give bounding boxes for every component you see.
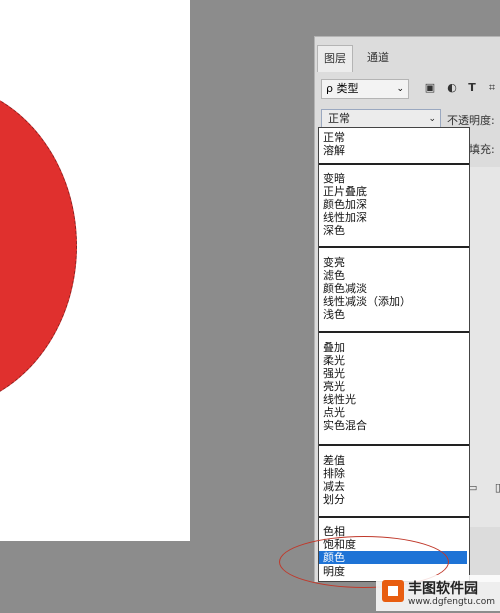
red-circle-selection	[0, 82, 77, 410]
menu-separator	[319, 331, 469, 333]
blend-option-subtract[interactable]: 减去	[323, 480, 345, 493]
blend-mode-value: 正常	[328, 112, 350, 125]
blend-option-hard-light[interactable]: 强光	[323, 367, 345, 380]
filter-type-select[interactable]: ρ 类型 ⌄	[321, 79, 409, 99]
watermark: 丰图软件园 www.dgfengtu.com	[376, 575, 500, 611]
menu-separator	[319, 444, 469, 446]
tab-channels[interactable]: 通道	[361, 45, 395, 71]
filter-type-label: ρ 类型	[326, 82, 359, 95]
blend-option-exclusion[interactable]: 排除	[323, 467, 345, 480]
blend-mode-select[interactable]: 正常 ⌄	[321, 109, 441, 129]
blend-option-color-burn[interactable]: 颜色加深	[323, 198, 367, 211]
blend-option-darker-color[interactable]: 深色	[323, 224, 345, 237]
blend-option-lighten[interactable]: 变亮	[323, 256, 345, 269]
watermark-url: www.dgfengtu.com	[408, 597, 495, 607]
panel-tabs: 图层 通道	[315, 45, 500, 72]
blend-option-dissolve[interactable]: 溶解	[323, 144, 345, 157]
blend-option-color-dodge[interactable]: 颜色减淡	[323, 282, 367, 295]
chevron-down-icon: ⌄	[428, 114, 436, 124]
fill-label: 填充:	[469, 143, 495, 156]
blend-option-difference[interactable]: 差值	[323, 454, 345, 467]
blend-option-linear-burn[interactable]: 线性加深	[323, 211, 367, 224]
layers-list-area	[465, 167, 500, 527]
panel-bottom-icons: ▭ ▯	[467, 481, 500, 494]
blend-option-pin-light[interactable]: 点光	[323, 406, 345, 419]
blend-mode-dropdown: 正常 溶解 变暗 正片叠底 颜色加深 线性加深 深色 变亮 滤色 颜色减淡 线性…	[318, 127, 470, 582]
shape-filter-icon[interactable]: ⌗	[485, 81, 499, 95]
blend-option-hard-mix[interactable]: 实色混合	[323, 419, 367, 432]
menu-separator	[319, 516, 469, 518]
adjustment-filter-icon[interactable]: ◐	[445, 81, 459, 95]
blend-option-linear-dodge[interactable]: 线性减淡（添加）	[323, 295, 411, 308]
tab-layers[interactable]: 图层	[317, 45, 353, 72]
blend-option-vivid-light[interactable]: 亮光	[323, 380, 345, 393]
menu-separator	[319, 163, 469, 165]
blend-option-darken[interactable]: 变暗	[323, 172, 345, 185]
blend-row: 正常 ⌄ 不透明度:	[315, 107, 500, 129]
document-canvas[interactable]	[0, 0, 190, 541]
menu-separator	[319, 246, 469, 248]
layer-filter-toolbar: ρ 类型 ⌄ ▣ ◐ T ⌗	[315, 77, 500, 101]
blend-option-screen[interactable]: 滤色	[323, 269, 345, 282]
image-filter-icon[interactable]: ▣	[423, 81, 437, 95]
blend-option-multiply[interactable]: 正片叠底	[323, 185, 367, 198]
blend-option-overlay[interactable]: 叠加	[323, 341, 345, 354]
blend-option-normal[interactable]: 正常	[323, 131, 345, 144]
opacity-label: 不透明度:	[447, 114, 495, 127]
chevron-down-icon: ⌄	[396, 84, 404, 94]
watermark-title: 丰图软件园	[408, 581, 478, 597]
blend-option-lighter-color[interactable]: 浅色	[323, 308, 345, 321]
blend-option-soft-light[interactable]: 柔光	[323, 354, 345, 367]
new-layer-icon[interactable]: ▯	[495, 481, 500, 494]
text-filter-icon[interactable]: T	[465, 81, 479, 95]
blend-option-linear-light[interactable]: 线性光	[323, 393, 356, 406]
watermark-logo-icon	[382, 580, 404, 602]
blend-option-divide[interactable]: 划分	[323, 493, 345, 506]
